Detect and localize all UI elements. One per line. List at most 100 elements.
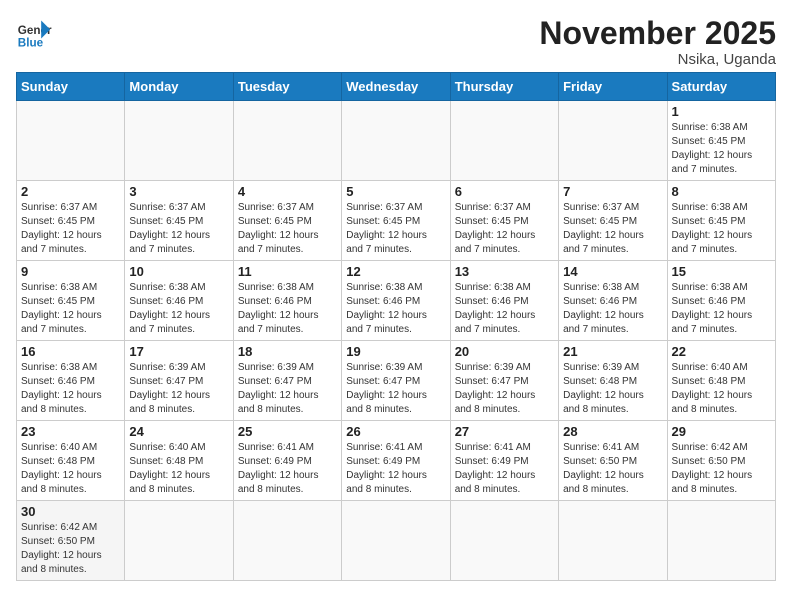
day-info: Sunrise: 6:41 AM Sunset: 6:49 PM Dayligh… [346, 441, 445, 497]
day-info: Sunrise: 6:37 AM Sunset: 6:45 PM Dayligh… [21, 201, 120, 257]
day-info: Sunrise: 6:40 AM Sunset: 6:48 PM Dayligh… [129, 441, 228, 497]
calendar-day-cell: 16 Sunrise: 6:38 AM Sunset: 6:46 PM Dayli… [17, 341, 125, 421]
calendar-day-cell: 7Sunrise: 6:37 AM Sunset: 6:45 PM Daylig… [559, 181, 667, 261]
calendar-day-cell: 13 Sunrise: 6:38 AM Sunset: 6:46 PM Dayli… [450, 261, 558, 341]
calendar-week-row: 1Sunrise: 6:38 AM Sunset: 6:45 PM Daylig… [17, 101, 776, 181]
day-number: 22 [672, 344, 771, 359]
day-number: 20 [455, 344, 554, 359]
day-info: Sunrise: 6:38 AM Sunset: 6:45 PM Dayligh… [21, 281, 120, 337]
day-number: 3 [129, 184, 228, 199]
calendar-day-cell [233, 501, 341, 581]
calendar-day-cell: 23 Sunrise: 6:40 AM Sunset: 6:48 PM Dayli… [17, 421, 125, 501]
calendar-day-cell: 8 Sunrise: 6:38 AM Sunset: 6:45 PM Daylig… [667, 181, 775, 261]
calendar-day-cell: 6 Sunrise: 6:37 AM Sunset: 6:45 PM Daylig… [450, 181, 558, 261]
day-info: Sunrise: 6:39 AM Sunset: 6:47 PM Dayligh… [129, 361, 228, 417]
day-of-week-header: Saturday [667, 73, 775, 101]
calendar-day-cell: 1Sunrise: 6:38 AM Sunset: 6:45 PM Daylig… [667, 101, 775, 181]
day-info: Sunrise: 6:40 AM Sunset: 6:48 PM Dayligh… [21, 441, 120, 497]
day-number: 14 [563, 264, 662, 279]
calendar-day-cell: 3 Sunrise: 6:37 AM Sunset: 6:45 PM Daylig… [125, 181, 233, 261]
day-info: Sunrise: 6:38 AM Sunset: 6:46 PM Dayligh… [21, 361, 120, 417]
day-info: Sunrise: 6:38 AM Sunset: 6:45 PM Dayligh… [672, 201, 771, 257]
day-of-week-header: Wednesday [342, 73, 450, 101]
day-info: Sunrise: 6:39 AM Sunset: 6:47 PM Dayligh… [238, 361, 337, 417]
day-of-week-header: Monday [125, 73, 233, 101]
day-number: 4 [238, 184, 337, 199]
day-info: Sunrise: 6:42 AM Sunset: 6:50 PM Dayligh… [21, 521, 120, 577]
day-number: 25 [238, 424, 337, 439]
day-info: Sunrise: 6:37 AM Sunset: 6:45 PM Dayligh… [563, 201, 662, 257]
calendar-day-cell: 19 Sunrise: 6:39 AM Sunset: 6:47 PM Dayli… [342, 341, 450, 421]
day-info: Sunrise: 6:41 AM Sunset: 6:49 PM Dayligh… [455, 441, 554, 497]
svg-text:Blue: Blue [18, 37, 44, 50]
calendar-day-cell: 26 Sunrise: 6:41 AM Sunset: 6:49 PM Dayli… [342, 421, 450, 501]
calendar-day-cell: 10Sunrise: 6:38 AM Sunset: 6:46 PM Dayli… [125, 261, 233, 341]
day-info: Sunrise: 6:42 AM Sunset: 6:50 PM Dayligh… [672, 441, 771, 497]
calendar-day-cell: 21 Sunrise: 6:39 AM Sunset: 6:48 PM Dayli… [559, 341, 667, 421]
day-number: 15 [672, 264, 771, 279]
day-number: 13 [455, 264, 554, 279]
day-number: 30 [21, 504, 120, 519]
calendar-day-cell [667, 501, 775, 581]
day-info: Sunrise: 6:38 AM Sunset: 6:46 PM Dayligh… [455, 281, 554, 337]
logo-icon: General Blue [16, 16, 52, 52]
day-number: 1 [672, 104, 771, 119]
day-number: 5 [346, 184, 445, 199]
calendar-day-cell [125, 101, 233, 181]
month-year: November 2025 [539, 16, 776, 51]
calendar-day-cell: 18Sunrise: 6:39 AM Sunset: 6:47 PM Dayli… [233, 341, 341, 421]
calendar-day-cell: 2Sunrise: 6:37 AM Sunset: 6:45 PM Daylig… [17, 181, 125, 261]
calendar-day-cell: 5 Sunrise: 6:37 AM Sunset: 6:45 PM Daylig… [342, 181, 450, 261]
day-info: Sunrise: 6:38 AM Sunset: 6:46 PM Dayligh… [129, 281, 228, 337]
day-number: 21 [563, 344, 662, 359]
calendar-day-cell: 11Sunrise: 6:38 AM Sunset: 6:46 PM Dayli… [233, 261, 341, 341]
day-number: 28 [563, 424, 662, 439]
calendar-day-cell [559, 101, 667, 181]
day-of-week-header: Thursday [450, 73, 558, 101]
calendar-day-cell: 9 Sunrise: 6:38 AM Sunset: 6:45 PM Daylig… [17, 261, 125, 341]
day-number: 23 [21, 424, 120, 439]
calendar-day-cell: 17 Sunrise: 6:39 AM Sunset: 6:47 PM Dayli… [125, 341, 233, 421]
calendar-day-cell: 15 Sunrise: 6:38 AM Sunset: 6:46 PM Dayli… [667, 261, 775, 341]
calendar-header-row: SundayMondayTuesdayWednesdayThursdayFrid… [17, 73, 776, 101]
logo: General Blue [16, 16, 52, 52]
day-of-week-header: Tuesday [233, 73, 341, 101]
calendar-day-cell: 20Sunrise: 6:39 AM Sunset: 6:47 PM Dayli… [450, 341, 558, 421]
day-number: 24 [129, 424, 228, 439]
day-number: 19 [346, 344, 445, 359]
calendar-day-cell: 28Sunrise: 6:41 AM Sunset: 6:50 PM Dayli… [559, 421, 667, 501]
calendar-day-cell: 22 Sunrise: 6:40 AM Sunset: 6:48 PM Dayli… [667, 341, 775, 421]
calendar-day-cell: 4Sunrise: 6:37 AM Sunset: 6:45 PM Daylig… [233, 181, 341, 261]
day-number: 6 [455, 184, 554, 199]
day-of-week-header: Sunday [17, 73, 125, 101]
day-number: 9 [21, 264, 120, 279]
day-of-week-header: Friday [559, 73, 667, 101]
calendar-day-cell: 29Sunrise: 6:42 AM Sunset: 6:50 PM Dayli… [667, 421, 775, 501]
day-number: 12 [346, 264, 445, 279]
day-info: Sunrise: 6:41 AM Sunset: 6:49 PM Dayligh… [238, 441, 337, 497]
calendar-day-cell: 30 Sunrise: 6:42 AM Sunset: 6:50 PM Dayli… [17, 501, 125, 581]
calendar-week-row: 2Sunrise: 6:37 AM Sunset: 6:45 PM Daylig… [17, 181, 776, 261]
day-info: Sunrise: 6:40 AM Sunset: 6:48 PM Dayligh… [672, 361, 771, 417]
day-number: 26 [346, 424, 445, 439]
day-number: 17 [129, 344, 228, 359]
calendar-day-cell: 12Sunrise: 6:38 AM Sunset: 6:46 PM Dayli… [342, 261, 450, 341]
day-info: Sunrise: 6:39 AM Sunset: 6:48 PM Dayligh… [563, 361, 662, 417]
title-block: November 2025 Nsika, Uganda [539, 16, 776, 68]
day-number: 8 [672, 184, 771, 199]
calendar-day-cell: 24 Sunrise: 6:40 AM Sunset: 6:48 PM Dayli… [125, 421, 233, 501]
day-number: 16 [21, 344, 120, 359]
day-info: Sunrise: 6:37 AM Sunset: 6:45 PM Dayligh… [346, 201, 445, 257]
day-number: 11 [238, 264, 337, 279]
day-info: Sunrise: 6:37 AM Sunset: 6:45 PM Dayligh… [129, 201, 228, 257]
calendar-day-cell [559, 501, 667, 581]
location: Nsika, Uganda [539, 51, 776, 68]
day-info: Sunrise: 6:37 AM Sunset: 6:45 PM Dayligh… [455, 201, 554, 257]
calendar-day-cell: 27 Sunrise: 6:41 AM Sunset: 6:49 PM Dayli… [450, 421, 558, 501]
day-info: Sunrise: 6:39 AM Sunset: 6:47 PM Dayligh… [346, 361, 445, 417]
day-number: 27 [455, 424, 554, 439]
page-header: General Blue November 2025 Nsika, Uganda [16, 16, 776, 68]
calendar-week-row: 30 Sunrise: 6:42 AM Sunset: 6:50 PM Dayli… [17, 501, 776, 581]
calendar-week-row: 16 Sunrise: 6:38 AM Sunset: 6:46 PM Dayli… [17, 341, 776, 421]
day-info: Sunrise: 6:38 AM Sunset: 6:46 PM Dayligh… [672, 281, 771, 337]
